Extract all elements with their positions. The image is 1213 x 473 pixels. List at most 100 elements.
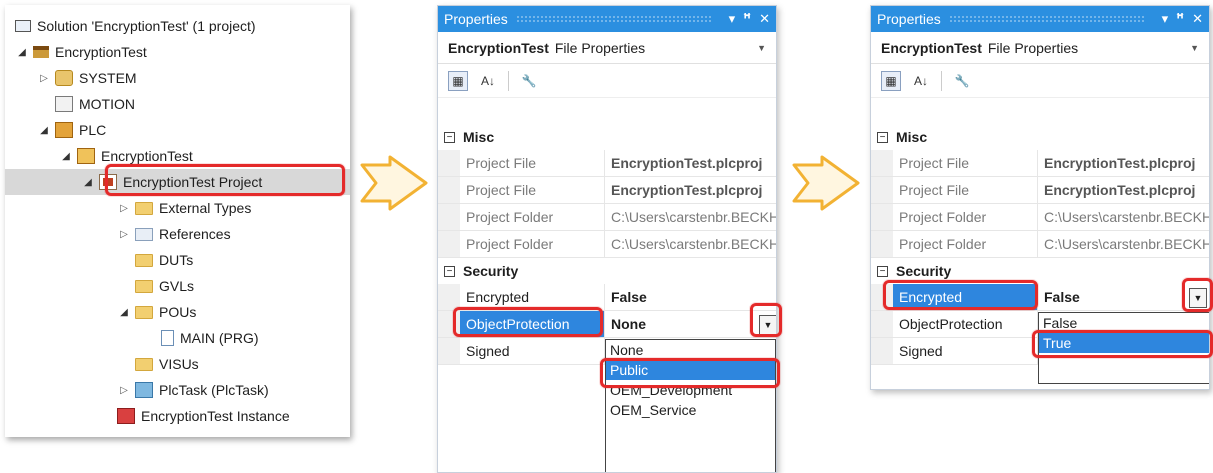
tree-item-label: Solution 'EncryptionTest' (1 project) [37,18,256,34]
chevron-down-icon[interactable]: ▼ [757,43,766,53]
expanded-arrow-icon[interactable]: ◢ [81,177,95,188]
property-name: Project File [893,150,1038,176]
plc-project-icon [77,148,95,164]
solution-icon [15,20,31,32]
tree-item-label: EncryptionTest Instance [141,408,290,424]
property-row[interactable]: Project File EncryptionTest.plcproj [438,177,776,204]
wrench-icon[interactable]: 🔧 [952,71,972,91]
property-row[interactable]: Project Folder C:\Users\carstenbr.BECKHO… [438,204,776,231]
category-misc[interactable]: − Misc [438,124,776,150]
object-selector[interactable]: EncryptionTest File Properties ▼ [438,32,776,64]
dropdown-option[interactable]: None [606,340,775,360]
program-icon [161,330,174,346]
tree-item-label: External Types [159,200,252,216]
categorized-icon[interactable]: ▦ [881,70,901,91]
properties-toolbar: ▦ A↓ 🔧 [438,64,776,98]
property-name: Signed [460,338,605,364]
collapse-icon[interactable]: − [444,265,455,277]
tree-item-system[interactable]: ▷ SYSTEM [5,65,350,91]
property-row[interactable]: Project File EncryptionTest.plcproj [438,150,776,177]
tree-item-label: PLC [79,122,107,138]
property-name: Project File [893,177,1038,203]
instance-icon [117,408,135,424]
category-security[interactable]: − Security [438,258,776,284]
collapsed-arrow-icon[interactable]: ▷ [37,73,51,84]
highlight-box-true [1032,330,1213,358]
tree-item-visus[interactable]: VISUs [5,351,350,377]
tree-item-motion[interactable]: MOTION [5,91,350,117]
object-type: File Properties [987,39,1079,56]
alphabetical-icon[interactable]: A↓ [478,71,498,91]
tree-item-label: GVLs [159,278,195,294]
property-value: EncryptionTest.plcproj [1044,155,1196,171]
property-row[interactable]: Project File EncryptionTest.plcproj [871,177,1209,204]
arrow-right-icon [360,155,428,211]
window-menu-icon[interactable]: ▾ [729,11,736,27]
tree-item-encryptiontest[interactable]: ◢ EncryptionTest [5,39,350,65]
task-icon [135,382,153,398]
tree-item-references[interactable]: ▷ References [5,221,350,247]
collapse-icon[interactable]: − [877,131,888,143]
tree-item-label: EncryptionTest [55,44,147,60]
property-row[interactable]: Project Folder C:\Users\carstenbr.BECKHO… [438,231,776,258]
title-grip[interactable] [948,15,1146,23]
pin-icon[interactable]: ꟸ [1176,11,1184,27]
folder-icon [135,253,153,267]
collapsed-arrow-icon[interactable]: ▷ [117,203,131,214]
tree-item-main[interactable]: MAIN (PRG) [5,325,350,351]
close-icon[interactable]: ✕ [1192,11,1203,27]
property-value: C:\Users\carstenbr.BECKHOFF [611,209,776,225]
collapse-icon[interactable]: − [877,265,888,277]
tree-item-duts[interactable]: DUTs [5,247,350,273]
property-row[interactable]: Project Folder C:\Users\carstenbr.BECKHO… [871,231,1209,258]
tree-item-plc[interactable]: ◢ PLC [5,117,350,143]
title-grip[interactable] [515,15,713,23]
folder-open-icon [135,305,153,319]
tree-item-instance[interactable]: EncryptionTest Instance [5,403,350,429]
expanded-arrow-icon[interactable]: ◢ [117,307,131,318]
tree-item-solution[interactable]: Solution 'EncryptionTest' (1 project) [5,13,350,39]
wrench-icon[interactable]: 🔧 [519,71,539,91]
tree-item-pous[interactable]: ◢ POUs [5,299,350,325]
toolbar-separator [508,70,509,91]
category-label: Security [896,263,952,279]
collapsed-arrow-icon[interactable]: ▷ [117,385,131,396]
motion-icon [55,96,73,112]
object-name: EncryptionTest [448,39,549,56]
chevron-down-icon[interactable]: ▼ [1190,43,1199,53]
tree-item-label: DUTs [159,252,194,268]
property-name: Signed [893,338,1038,364]
close-icon[interactable]: ✕ [759,11,770,27]
window-menu-icon[interactable]: ▾ [1162,11,1169,27]
property-value: C:\Users\carstenbr.BECKHOFF [1044,209,1209,225]
dropdown-option[interactable]: OEM_Service [606,400,775,420]
pin-icon[interactable]: ꟸ [743,11,751,27]
expanded-arrow-icon[interactable]: ◢ [15,47,29,58]
collapsed-arrow-icon[interactable]: ▷ [117,229,131,240]
category-label: Misc [896,129,928,145]
folder-icon [135,201,153,215]
property-value: C:\Users\carstenbr.BECKHOFF [1044,236,1209,252]
tree-item-plctask[interactable]: ▷ PlcTask (PlcTask) [5,377,350,403]
tree-item-external-types[interactable]: ▷ External Types [5,195,350,221]
collapse-icon[interactable]: − [444,131,455,143]
folder-icon [135,279,153,293]
object-selector[interactable]: EncryptionTest File Properties ▼ [871,32,1209,64]
panel-title: Properties [444,11,508,27]
highlight-box-encrypted [883,280,1038,310]
property-name: Project File [460,177,605,203]
tree-item-gvls[interactable]: GVLs [5,273,350,299]
expanded-arrow-icon[interactable]: ◢ [59,151,73,162]
expanded-arrow-icon[interactable]: ◢ [37,125,51,136]
property-value: EncryptionTest.plcproj [611,182,763,198]
highlight-box-dropdown [1182,278,1213,312]
property-value: EncryptionTest.plcproj [611,155,763,171]
property-row[interactable]: Project File EncryptionTest.plcproj [871,150,1209,177]
alphabetical-icon[interactable]: A↓ [911,71,931,91]
category-misc[interactable]: − Misc [871,124,1209,150]
categorized-icon[interactable]: ▦ [448,70,468,91]
project-icon [33,46,49,58]
category-label: Security [463,263,519,279]
property-row[interactable]: Project Folder C:\Users\carstenbr.BECKHO… [871,204,1209,231]
property-name: Project Folder [893,231,1038,257]
